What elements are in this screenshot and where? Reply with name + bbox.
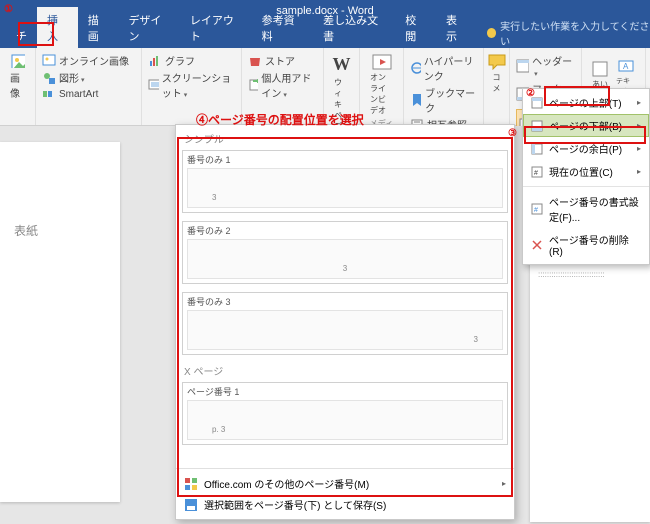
link-icon <box>410 61 421 75</box>
format-icon: # <box>531 203 543 215</box>
bulb-icon <box>487 28 496 38</box>
gallery-option-plain-2[interactable]: 番号のみ 2 3 <box>182 221 508 284</box>
online-picture-icon <box>42 54 56 68</box>
shapes-button[interactable]: 図形 <box>42 70 135 85</box>
tab-draw[interactable]: 描画 <box>78 7 119 48</box>
hyperlink-button[interactable]: ハイパーリンク <box>410 53 477 83</box>
bookmark-button[interactable]: ブックマーク <box>410 85 477 115</box>
menu-page-margin[interactable]: ページの余白(P)▸ <box>523 137 649 160</box>
screenshot-button[interactable]: スクリーンショット <box>148 70 235 100</box>
page-bottom-icon <box>531 120 543 132</box>
menu-page-bottom[interactable]: ページの下部(B)▸ <box>523 114 649 137</box>
chevron-right-icon: ▸ <box>637 167 641 176</box>
page-top-icon <box>531 97 543 109</box>
gallery-option-page-number-1[interactable]: ページ番号 1 p. 3 <box>182 382 508 445</box>
wikipedia-icon: W <box>333 54 351 75</box>
tab-layout[interactable]: レイアウト <box>180 7 252 48</box>
current-pos-icon: # <box>531 166 543 178</box>
smartart-button[interactable]: SmartArt <box>42 87 135 101</box>
remove-icon <box>531 239 543 251</box>
textbox-icon: A <box>618 58 634 74</box>
tell-me[interactable]: 実行したい作業を入力してください <box>487 18 650 48</box>
smartart-icon <box>42 87 56 101</box>
tab-mailings[interactable]: 差し込み文書 <box>313 7 395 48</box>
chevron-right-icon: ▸ <box>637 144 641 153</box>
gallery-save-selection[interactable]: 選択範囲をページ番号(下) として保存(S) <box>182 494 508 515</box>
shapes-icon <box>42 71 56 85</box>
gallery-option-plain-3[interactable]: 番号のみ 3 3 <box>182 292 508 355</box>
chevron-right-icon: ▸ <box>637 98 641 107</box>
tab-view[interactable]: 表示 <box>436 7 477 48</box>
menu-current-position[interactable]: #現在の位置(C)▸ <box>523 160 649 183</box>
store-icon <box>248 54 262 68</box>
menu-page-top[interactable]: ページの上部(T)▸ <box>523 91 649 114</box>
bookmark-icon <box>410 93 422 107</box>
screenshot-icon <box>148 78 159 92</box>
greeting-icon <box>592 61 608 77</box>
page-number-menu: ページの上部(T)▸ ページの下部(B)▸ ページの余白(P)▸ #現在の位置(… <box>522 88 650 265</box>
save-icon <box>184 498 198 512</box>
gallery-section-simple: シンプル <box>184 131 508 146</box>
svg-text:#: # <box>534 207 538 214</box>
pictures-button[interactable]: 画像 <box>6 52 29 102</box>
cover-label: 表紙 <box>14 222 38 239</box>
chevron-right-icon: ▸ <box>502 479 506 488</box>
office-icon <box>184 477 198 491</box>
menu-remove-page-numbers[interactable]: ページ番号の削除(R) <box>523 228 649 262</box>
gallery-section-xpage: X ページ <box>184 363 508 378</box>
header-button[interactable]: ヘッダー <box>516 53 575 79</box>
store-button[interactable]: ストア <box>248 53 317 68</box>
page-margin-icon <box>531 143 543 155</box>
picture-icon <box>11 54 25 68</box>
header-icon <box>516 59 529 73</box>
svg-text:A: A <box>623 62 629 71</box>
annot-4: ④ページ番号の配置位置を選択 <box>196 111 364 128</box>
addin-icon <box>248 78 258 92</box>
online-video-button[interactable]: オンラインビデオ <box>366 52 397 118</box>
page-cover[interactable]: 表紙 <box>0 142 120 502</box>
online-pictures-button[interactable]: オンライン画像 <box>42 53 135 68</box>
gallery-option-plain-1[interactable]: 番号のみ 1 3 <box>182 150 508 213</box>
tab-review[interactable]: 校閲 <box>395 7 436 48</box>
ribbon-tabs: チ 挿入 描画 デザイン レイアウト 参考資料 差し込み文書 校閲 表示 実行し… <box>0 22 650 48</box>
svg-text:#: # <box>534 170 538 177</box>
menu-format-page-numbers[interactable]: #ページ番号の書式設定(F)... <box>523 190 649 228</box>
chevron-right-icon: ▸ <box>637 121 641 130</box>
tab-insert[interactable]: 挿入 <box>37 7 78 48</box>
video-icon <box>372 54 392 70</box>
chart-icon <box>148 54 162 68</box>
comment-button[interactable]: コメ <box>490 52 503 96</box>
tab-design[interactable]: デザイン <box>118 7 179 48</box>
tab-references[interactable]: 参考資料 <box>252 7 313 48</box>
my-addins-button[interactable]: 個人用アドイン <box>248 70 317 100</box>
page-number-gallery: シンプル 番号のみ 1 3 番号のみ 2 3 番号のみ 3 3 X ページ ペー… <box>175 124 515 520</box>
chart-button[interactable]: グラフ <box>148 53 235 68</box>
tab-file[interactable]: チ <box>6 23 37 48</box>
comment-icon <box>488 54 506 70</box>
gallery-more-office[interactable]: Office.com のその他のページ番号(M)▸ <box>182 473 508 494</box>
